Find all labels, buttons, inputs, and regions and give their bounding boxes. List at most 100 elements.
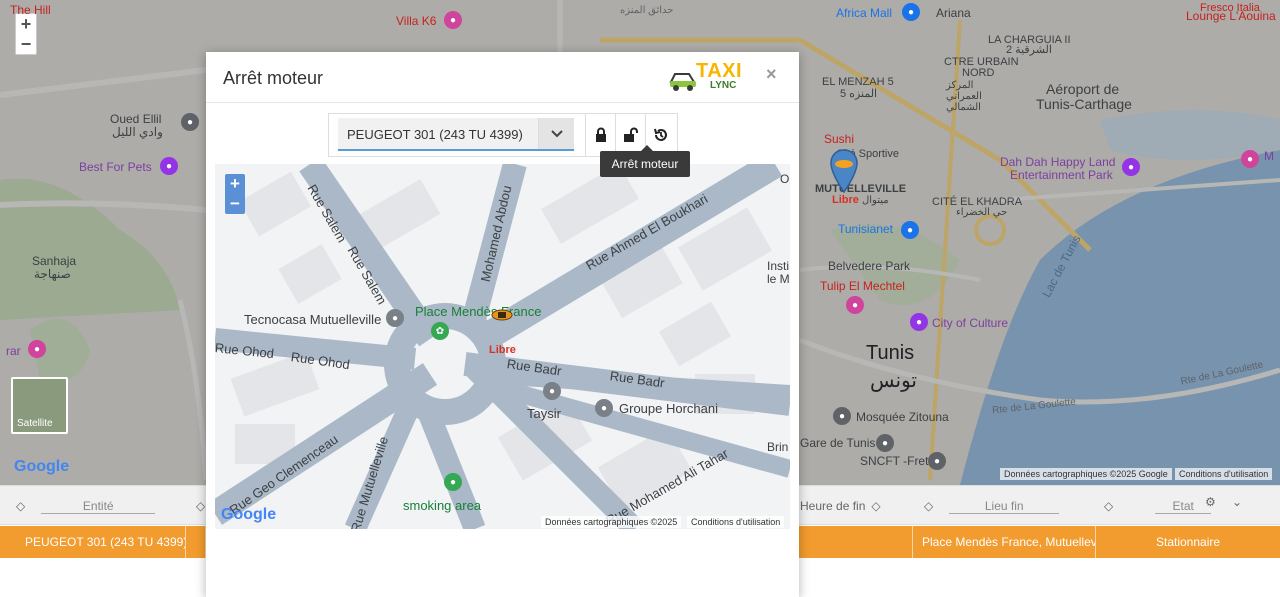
vehicle-status-label: Libre xyxy=(832,194,859,206)
vehicle-select-value: PEUGEOT 301 (243 TU 4399) xyxy=(347,127,523,142)
engine-stop-tooltip: Arrêt moteur xyxy=(600,145,690,177)
place-icon[interactable]: ● xyxy=(595,399,613,417)
map-label: Entertainment Park xyxy=(1010,168,1113,182)
google-logo: Google xyxy=(14,458,70,475)
place-label: Taysir xyxy=(527,406,561,421)
shopping-icon[interactable]: ● xyxy=(901,221,919,239)
sort-icon[interactable]: ◇ xyxy=(16,499,25,513)
filter-entite[interactable]: ◇ Entité xyxy=(16,494,156,518)
page: + − The Hill Villa K6 ● حدائق المنزه Afr… xyxy=(0,0,1280,597)
modal-title: Arrêt moteur xyxy=(223,68,324,88)
map-label: Mosquée Zitouna xyxy=(856,410,949,424)
engine-stop-modal: Arrêt moteur TAXI LYNC × PEUGEOT 301 (24… xyxy=(206,52,799,597)
column-settings-icon[interactable]: ⚙ xyxy=(1205,490,1216,514)
map-label: EL MENZAH 5 xyxy=(822,76,894,88)
museum-icon[interactable]: ● xyxy=(910,313,928,331)
filter-heure-fin-input[interactable]: Heure de fin xyxy=(800,499,865,513)
sort-icon[interactable]: ◇ xyxy=(196,494,205,518)
park-icon[interactable]: ✿ xyxy=(431,322,449,340)
place-label: le M xyxy=(767,272,790,286)
taxi-marker[interactable] xyxy=(491,308,513,321)
pet-shop-icon[interactable]: ● xyxy=(160,157,178,175)
shopping-icon[interactable]: ● xyxy=(902,3,920,21)
map-label: الشرقية 2 xyxy=(1006,44,1052,56)
sort-icon[interactable]: ◇ xyxy=(924,499,933,513)
filter-etat[interactable]: ◇ Etat xyxy=(1104,494,1212,518)
place-label: Tecnocasa Mutuelleville xyxy=(244,312,382,327)
cell-lieu-fin: Place Mendès France, Mutuelleville, xyxy=(913,526,1096,558)
cell-etat: Stationnaire xyxy=(1156,535,1221,549)
filter-lieu-fin-input[interactable]: Lieu fin xyxy=(949,499,1060,514)
place-label: Insti xyxy=(767,259,790,273)
taxi-car-icon xyxy=(491,309,513,321)
smoking-area-icon[interactable]: ● xyxy=(444,473,462,491)
filter-entite-input[interactable]: Entité xyxy=(41,499,156,514)
map-terms-link[interactable]: Conditions d'utilisation xyxy=(1175,468,1273,480)
map-label: SNCFT -Fret xyxy=(860,454,929,468)
hotel-icon[interactable]: ● xyxy=(846,296,864,314)
place-icon[interactable]: ● xyxy=(181,113,199,131)
chevron-down-icon[interactable] xyxy=(538,118,574,149)
map-zoom-control[interactable]: + − xyxy=(225,174,245,214)
map-label: Gare de Tunis xyxy=(800,436,876,450)
map-label: Belvedere Park xyxy=(828,259,911,273)
vehicle-status-label: Libre xyxy=(489,344,516,356)
taxi-car-icon xyxy=(669,73,696,91)
sort-icon[interactable]: ◇ xyxy=(1104,499,1113,513)
cell-vehicle: PEUGEOT 301 (243 TU 4399) xyxy=(0,526,186,558)
place-label: Brin xyxy=(767,440,789,454)
cell-empty xyxy=(186,526,206,558)
filter-etat-input[interactable]: Etat xyxy=(1155,499,1212,514)
filter-lieu-fin[interactable]: ◇ Lieu fin xyxy=(924,494,1060,518)
cell-heure-fin xyxy=(799,526,913,558)
history-icon xyxy=(653,128,667,141)
map-label: rar xyxy=(6,344,21,358)
place-icon[interactable]: ● xyxy=(386,309,404,327)
google-logo: Google xyxy=(221,506,277,523)
map-label: The Hill xyxy=(10,3,51,17)
close-button[interactable]: × xyxy=(766,64,777,85)
city-label-ar: تونس xyxy=(870,370,917,392)
lock-icon xyxy=(595,127,606,142)
park-icon[interactable]: ● xyxy=(1122,158,1140,176)
train-icon[interactable]: ● xyxy=(928,452,946,470)
filter-heure-fin[interactable]: Heure de fin ◇ xyxy=(800,494,881,518)
map-label: Tulip El Mechtel xyxy=(820,279,905,293)
map-label: المركز العمراني الشمالي xyxy=(946,80,982,113)
place-label: Groupe Horchani xyxy=(619,401,718,416)
map-label: Tunisianet xyxy=(838,222,893,236)
zoom-out-button[interactable]: − xyxy=(225,194,245,214)
map-label: Tunis-Carthage xyxy=(1036,96,1132,112)
mosque-icon[interactable]: ● xyxy=(833,407,851,425)
zoom-in-button[interactable]: + xyxy=(225,174,245,194)
bg-zoom-control[interactable]: + − xyxy=(15,13,37,55)
sort-icon[interactable]: ◇ xyxy=(871,499,880,513)
map-terms-link[interactable]: Conditions d'utilisation xyxy=(687,516,785,528)
map-label: Best For Pets xyxy=(79,160,152,174)
map-attribution: Données cartographiques ©2025 xyxy=(541,516,682,528)
place-label: smoking area xyxy=(403,498,482,513)
bg-zoom-out-button[interactable]: − xyxy=(16,34,36,54)
lock-button[interactable] xyxy=(585,114,615,156)
place-label: Or xyxy=(780,172,790,186)
map-label: المنزه 5 xyxy=(840,88,878,100)
satellite-label: Satellite xyxy=(17,418,53,429)
shopping-icon[interactable]: ● xyxy=(1241,150,1259,168)
vehicle-marker[interactable] xyxy=(829,148,859,194)
city-label: Tunis xyxy=(866,342,915,364)
map-pin-icon xyxy=(830,149,858,194)
vehicle-select[interactable]: PEUGEOT 301 (243 TU 4399) xyxy=(338,118,574,151)
satellite-toggle[interactable]: Satellite xyxy=(11,377,68,434)
map-label: حي الخضراء xyxy=(956,207,1008,218)
modal-header: Arrêt moteur TAXI LYNC × xyxy=(206,52,799,103)
map-label: Villa K6 xyxy=(396,14,437,28)
place-icon[interactable]: ● xyxy=(543,382,561,400)
taxi-lync-logo: TAXI LYNC xyxy=(668,60,744,94)
train-icon[interactable]: ● xyxy=(876,434,894,452)
chevron-down-icon[interactable]: ⌄ xyxy=(1232,490,1242,514)
map-label: Ariana xyxy=(936,6,971,20)
vehicle-map[interactable]: + − Rue Salem Rue Salem Mohamed Abdou Ru… xyxy=(215,164,790,529)
shopping-icon[interactable]: ● xyxy=(28,340,46,358)
map-label: NORD xyxy=(962,67,995,79)
restaurant-icon[interactable]: ● xyxy=(444,11,462,29)
